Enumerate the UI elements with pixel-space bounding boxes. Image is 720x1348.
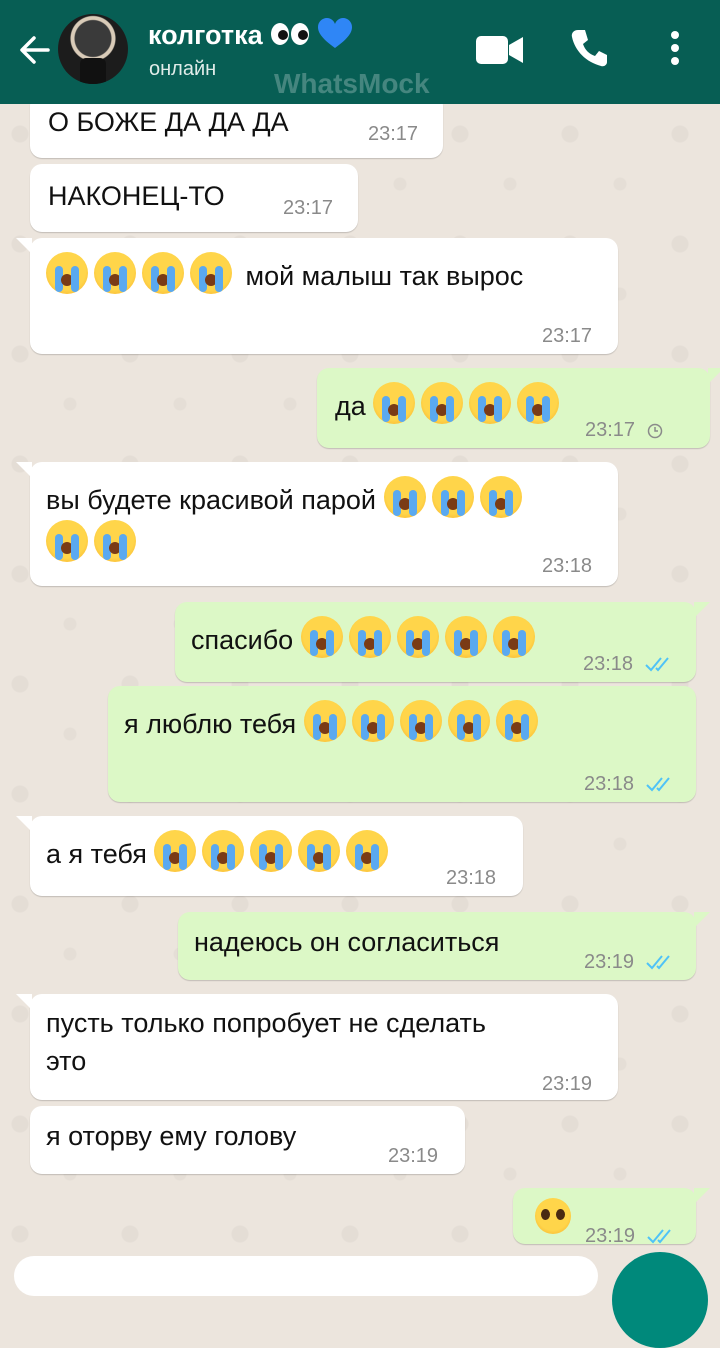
message-time: 23:18	[584, 764, 676, 804]
message-bubble-incoming[interactable]: НАКОНЕЦ-ТО 23:17	[30, 164, 358, 232]
mic-button[interactable]	[612, 1252, 708, 1348]
message-time: 23:19	[585, 1216, 677, 1256]
clock-pending-icon	[647, 423, 662, 439]
crying-emoji-icon	[351, 700, 394, 742]
read-ticks-icon	[644, 657, 669, 672]
crying-emoji-icon	[492, 616, 535, 658]
crying-emoji-icon	[431, 476, 474, 518]
crying-emoji-icon	[46, 520, 88, 562]
message-time: 23:19	[584, 942, 676, 982]
message-bubble-outgoing[interactable]: да 23:17	[317, 368, 720, 450]
more-options-icon[interactable]	[668, 30, 682, 70]
pleading-face-icon	[535, 1198, 571, 1234]
message-bubble-incoming[interactable]: вы будете красивой парой 23:18	[16, 462, 618, 586]
crying-emoji-icon	[190, 252, 232, 294]
message-time: 23:17	[585, 410, 663, 450]
message-bubble-incoming[interactable]: а я тебя 23:18	[16, 816, 523, 896]
crying-emoji-icon	[94, 520, 136, 562]
contact-name[interactable]: колготка	[148, 18, 352, 57]
crying-emoji-icon	[348, 616, 391, 658]
avatar[interactable]	[58, 14, 128, 84]
crying-emoji-icon	[346, 830, 389, 872]
crying-emoji-icon	[517, 382, 560, 424]
crying-emoji-icon	[154, 830, 197, 872]
crying-emoji-icon	[447, 700, 490, 742]
crying-emoji-icon	[298, 830, 341, 872]
message-time: 23:18	[542, 555, 593, 577]
watermark: WhatsMock	[274, 68, 430, 99]
read-ticks-icon	[645, 777, 670, 792]
message-bubble-outgoing[interactable]: 23:19	[513, 1188, 710, 1247]
chat-area[interactable]: О БОЖЕ ДА ДА ДА 23:17 НАКОНЕЦ-ТО 23:17 м…	[0, 104, 720, 1280]
message-bubble-incoming[interactable]: пусть только попробует не сделать это 23…	[16, 994, 618, 1100]
crying-emoji-icon	[46, 252, 88, 294]
crying-emoji-icon	[202, 830, 245, 872]
crying-emoji-icon	[303, 700, 346, 742]
back-arrow-icon[interactable]	[14, 30, 54, 70]
message-time: 23:17	[542, 325, 593, 347]
crying-emoji-icon	[142, 252, 184, 294]
blue-heart-icon	[317, 18, 352, 57]
message-time: 23:17	[368, 123, 419, 145]
crying-emoji-icon	[383, 476, 426, 518]
read-ticks-icon	[645, 955, 670, 970]
crying-emoji-icon	[396, 616, 439, 658]
crying-emoji-icon	[421, 382, 464, 424]
crying-emoji-icon	[399, 700, 442, 742]
message-time: 23:18	[583, 644, 675, 684]
message-time: 23:18	[446, 867, 497, 889]
message-bubble-incoming[interactable]: мой малыш так вырос 23:17	[16, 238, 618, 354]
eyes-icon	[270, 22, 310, 45]
video-call-icon[interactable]	[476, 34, 524, 66]
crying-emoji-icon	[250, 830, 293, 872]
message-time: 23:17	[283, 197, 334, 219]
message-bubble-outgoing[interactable]: надеюсь он согласиться 23:19	[178, 912, 710, 982]
phone-icon[interactable]	[570, 28, 608, 68]
message-bubble-incoming[interactable]: я оторву ему голову 23:19	[30, 1106, 465, 1174]
crying-emoji-icon	[300, 616, 343, 658]
message-bubble-incoming[interactable]: О БОЖЕ ДА ДА ДА 23:17	[30, 104, 443, 158]
crying-emoji-icon	[94, 252, 136, 294]
contact-status: онлайн	[149, 58, 217, 80]
crying-emoji-icon	[373, 382, 416, 424]
message-bubble-outgoing[interactable]: спасибо 23:18	[175, 602, 710, 684]
chat-header: колготка онлайн WhatsMock	[0, 0, 720, 104]
crying-emoji-icon	[444, 616, 487, 658]
message-time: 23:19	[542, 1073, 593, 1095]
crying-emoji-icon	[495, 700, 538, 742]
message-bubble-outgoing[interactable]: я люблю тебя 23:18	[108, 686, 696, 802]
crying-emoji-icon	[469, 382, 512, 424]
read-ticks-icon	[646, 1229, 671, 1244]
crying-emoji-icon	[479, 476, 522, 518]
message-time: 23:19	[388, 1145, 439, 1167]
message-input[interactable]	[14, 1256, 598, 1296]
